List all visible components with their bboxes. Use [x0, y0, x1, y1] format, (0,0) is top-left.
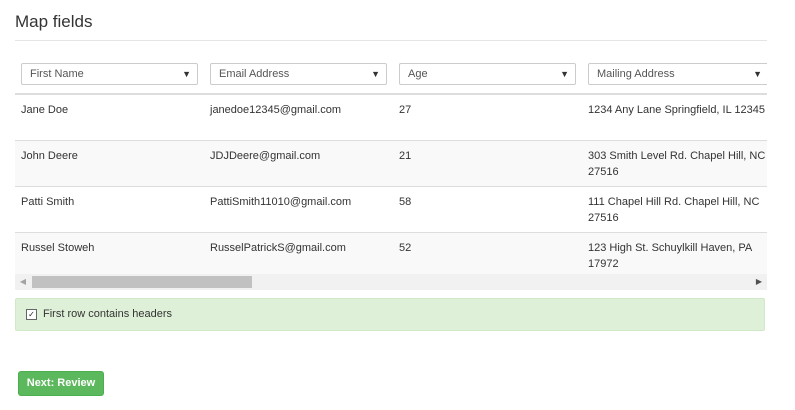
table-cell: PattiSmith11010@gmail.com	[204, 186, 393, 233]
column-select-mailing-address[interactable]: Mailing Address ▼	[588, 63, 767, 85]
table-cell: Patti Smith	[15, 186, 204, 233]
table-cell: 123 High St. Schuylkill Haven, PA 17972	[582, 232, 767, 275]
table-row: Jane Doe janedoe12345@gmail.com 27 1234 …	[15, 93, 767, 141]
caret-down-icon: ▼	[560, 69, 569, 79]
column-select-first-name[interactable]: First Name ▼	[21, 63, 198, 85]
caret-down-icon: ▼	[371, 69, 380, 79]
next-review-button[interactable]: Next: Review	[18, 371, 104, 396]
preview-table: First Name ▼ Email Address ▼ Age ▼ Maili…	[15, 55, 767, 275]
table-cell: 21	[393, 140, 582, 187]
table-row: Patti Smith PattiSmith11010@gmail.com 58…	[15, 186, 767, 233]
table-cell: RusselPatrickS@gmail.com	[204, 232, 393, 275]
caret-down-icon: ▼	[182, 69, 191, 79]
title-divider	[15, 40, 767, 41]
table-cell: janedoe12345@gmail.com	[204, 93, 393, 141]
header-option-alert: ✓ First row contains headers	[15, 298, 765, 331]
table-cell: John Deere	[15, 140, 204, 187]
headers-checkbox[interactable]: ✓	[26, 309, 37, 320]
table-cell: Russel Stoweh	[15, 232, 204, 275]
table-cell: 58	[393, 186, 582, 233]
page-title: Map fields	[15, 12, 93, 31]
column-select-label: Email Address	[219, 68, 290, 80]
headers-checkbox-label[interactable]: First row contains headers	[43, 308, 172, 320]
scroll-left-arrow-icon[interactable]: ◀	[15, 274, 31, 290]
column-select-label: Mailing Address	[597, 68, 675, 80]
caret-down-icon: ▼	[753, 69, 762, 79]
scroll-right-arrow-icon[interactable]: ▶	[751, 274, 767, 290]
table-row: Russel Stoweh RusselPatrickS@gmail.com 5…	[15, 232, 767, 275]
table-row: John Deere JDJDeere@gmail.com 21 303 Smi…	[15, 140, 767, 187]
map-fields-page: Map fields First Name ▼ Email Address ▼ …	[0, 0, 795, 410]
column-mapping-row: First Name ▼ Email Address ▼ Age ▼ Maili…	[15, 55, 767, 95]
column-select-label: Age	[408, 68, 428, 80]
column-select-label: First Name	[30, 68, 84, 80]
table-cell: Jane Doe	[15, 93, 204, 141]
table-cell: 27	[393, 93, 582, 141]
column-select-age[interactable]: Age ▼	[399, 63, 576, 85]
table-cell: 111 Chapel Hill Rd. Chapel Hill, NC 2751…	[582, 186, 767, 233]
column-select-email-address[interactable]: Email Address ▼	[210, 63, 387, 85]
preview-table-container[interactable]: First Name ▼ Email Address ▼ Age ▼ Maili…	[15, 55, 767, 275]
scrollbar-thumb[interactable]	[32, 276, 252, 288]
table-cell: JDJDeere@gmail.com	[204, 140, 393, 187]
table-cell: 303 Smith Level Rd. Chapel Hill, NC 2751…	[582, 140, 767, 187]
table-cell: 1234 Any Lane Springfield, IL 12345	[582, 93, 767, 141]
table-cell: 52	[393, 232, 582, 275]
horizontal-scrollbar[interactable]: ◀ ▶	[15, 274, 767, 290]
